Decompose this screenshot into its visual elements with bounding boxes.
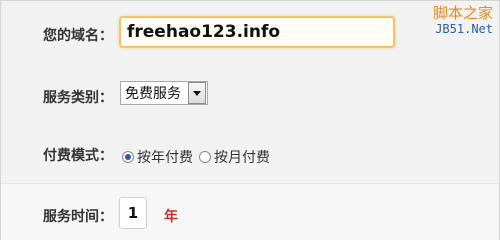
domain-label: 您的域名： — [43, 28, 113, 44]
service-time-row: 服务时间： — [1, 183, 499, 240]
service-type-label: 服务类别： — [43, 90, 113, 106]
service-time-input[interactable]: 1 — [119, 197, 147, 229]
service-type-row: 服务类别： — [1, 67, 499, 125]
service-time-label: 服务时间： — [43, 209, 113, 225]
domain-service-form: 脚本之家 JB51.Net 您的域名： 服务类别： 免费服务 付费模式： 按年付… — [0, 0, 500, 240]
domain-input[interactable] — [119, 16, 395, 48]
dropdown-arrow-icon[interactable] — [188, 82, 206, 104]
radio-yearly-button[interactable] — [122, 151, 134, 163]
radio-yearly-label: 按年付费 — [137, 150, 193, 166]
payment-mode-label: 付费模式： — [43, 148, 113, 164]
radio-yearly[interactable]: 按年付费 — [122, 147, 193, 167]
service-type-select[interactable]: 免费服务 — [120, 81, 208, 105]
radio-monthly-button[interactable] — [199, 151, 211, 163]
payment-mode-radios: 按年付费 按月付费 — [122, 147, 270, 167]
radio-monthly-label: 按月付费 — [214, 150, 270, 166]
radio-monthly[interactable]: 按月付费 — [199, 147, 270, 167]
service-type-selected: 免费服务 — [125, 86, 181, 102]
service-time-unit: 年 — [164, 209, 178, 225]
